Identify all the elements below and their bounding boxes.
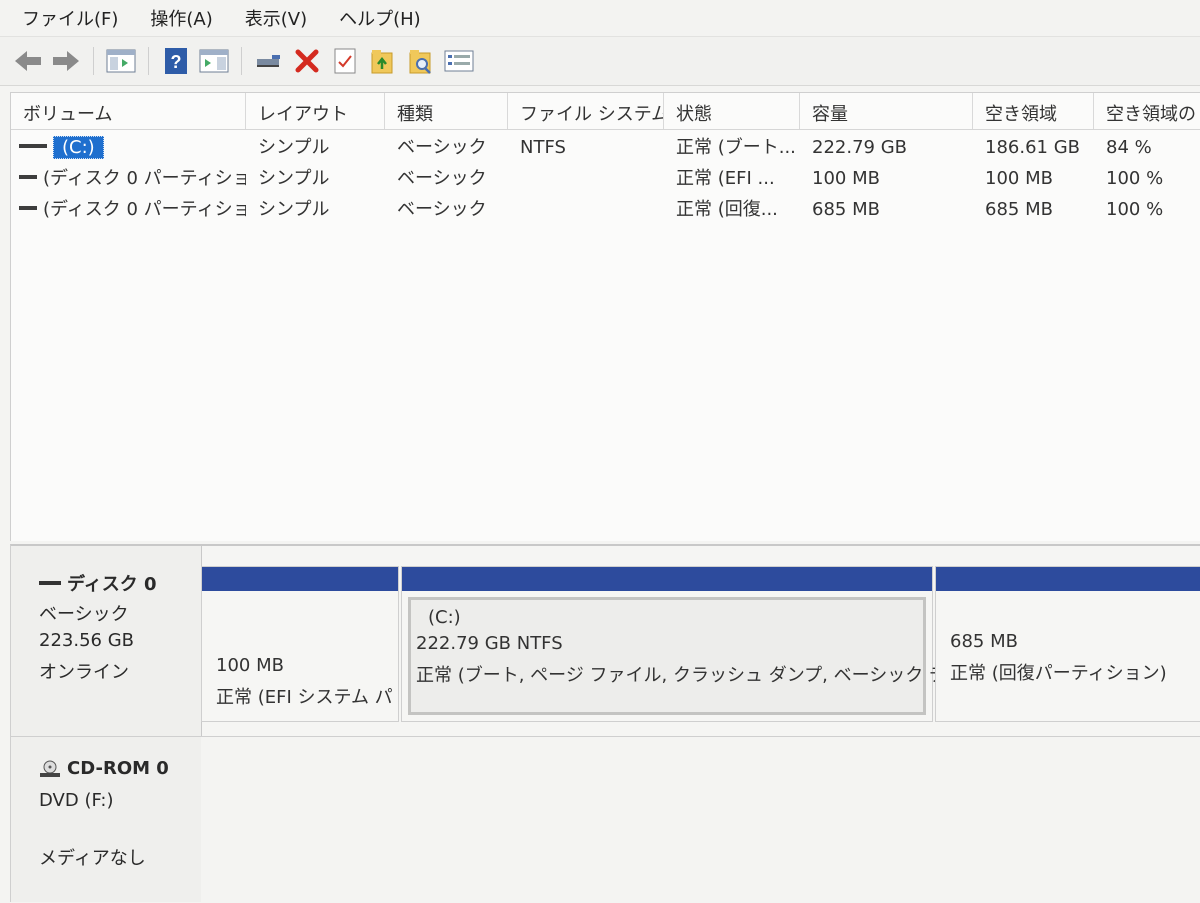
- cdrom-0-label[interactable]: CD-ROM 0: [39, 758, 169, 779]
- column-header-filesystem[interactable]: ファイル システム: [508, 93, 664, 129]
- disk-0-state: オンライン: [39, 662, 129, 683]
- volume-list: ボリューム レイアウト 種類 ファイル システム 状態 容量 空き領域 空き領域…: [10, 92, 1200, 541]
- toolbar: ?: [0, 37, 1200, 86]
- volume-icon: [19, 206, 37, 210]
- partition-bar: [402, 567, 932, 591]
- cdrom-media: メディアなし: [39, 848, 146, 869]
- disk-0-type: ベーシック: [39, 604, 129, 625]
- partition-status: 正常 (EFI システム パ: [216, 687, 393, 708]
- partition-size: 685 MB: [950, 631, 1018, 652]
- cdrom-area[interactable]: [201, 736, 1200, 903]
- volume-status: 正常 (EFI ...: [676, 168, 775, 189]
- volume-free-percent: 100 %: [1106, 199, 1164, 220]
- folder-search-icon[interactable]: [405, 45, 437, 77]
- volume-row[interactable]: (ディスク 0 パーティショ... シンプル ベーシック 正常 (回復... 6…: [11, 195, 1200, 225]
- volume-icon: [19, 175, 37, 179]
- volume-capacity: 685 MB: [812, 199, 880, 220]
- cdrom-icon: [40, 760, 60, 777]
- disk-icon: [39, 581, 61, 585]
- volume-name: (ディスク 0 パーティショ...: [43, 168, 246, 189]
- volume-status: 正常 (ブート...: [676, 137, 796, 158]
- forward-arrow-icon[interactable]: [50, 45, 82, 77]
- column-header-volume[interactable]: ボリューム: [11, 93, 246, 129]
- folder-up-icon[interactable]: [367, 45, 399, 77]
- partition-size: 100 MB: [216, 655, 284, 676]
- partition-bar: [202, 567, 398, 591]
- cdrom-drive: DVD (F:): [39, 790, 114, 811]
- partition-c[interactable]: (C:) 222.79 GB NTFS 正常 (ブート, ページ ファイル, ク…: [401, 566, 1007, 722]
- partition-recovery[interactable]: 685 MB 正常 (回復パーティション): [935, 566, 1200, 722]
- volume-filesystem: NTFS: [520, 137, 566, 158]
- list-icon[interactable]: [443, 45, 475, 77]
- connect-drive-icon[interactable]: [253, 45, 285, 77]
- partition-bar: [936, 567, 1200, 591]
- menu-bar: ファイル(F) 操作(A) 表示(V) ヘルプ(H): [0, 0, 1200, 37]
- volume-row[interactable]: (C:) シンプル ベーシック NTFS 正常 (ブート... 222.79 G…: [11, 133, 1200, 163]
- menu-file[interactable]: ファイル(F): [0, 5, 134, 31]
- partition-label: (C:): [428, 607, 461, 628]
- volume-layout: シンプル: [258, 199, 330, 220]
- volume-name: (ディスク 0 パーティショ...: [43, 199, 246, 220]
- volume-layout: シンプル: [258, 137, 330, 158]
- back-arrow-icon[interactable]: [12, 45, 44, 77]
- volume-filesystem: [508, 195, 664, 225]
- console-tree-icon[interactable]: [105, 45, 137, 77]
- toolbar-separator: [148, 47, 149, 75]
- column-header-free-space[interactable]: 空き領域: [973, 93, 1094, 129]
- action-pane-icon[interactable]: [198, 45, 230, 77]
- partition-selection-frame: [408, 597, 926, 715]
- column-header-status[interactable]: 状態: [664, 93, 800, 129]
- volume-free-percent: 100 %: [1106, 168, 1164, 189]
- volume-layout: シンプル: [258, 168, 330, 189]
- partition-status: 正常 (ブート, ページ ファイル, クラッシュ ダンプ, ベーシック データ …: [416, 665, 1007, 686]
- partition-status: 正常 (回復パーティション): [950, 663, 1167, 684]
- volume-capacity: 222.79 GB: [812, 137, 908, 158]
- partition-size: 222.79 GB NTFS: [416, 633, 563, 654]
- volume-filesystem: [508, 164, 664, 194]
- delete-icon[interactable]: [291, 45, 323, 77]
- volume-free-space: 100 MB: [985, 168, 1053, 189]
- volume-name: (C:): [53, 136, 104, 159]
- disk-label-column: ディスク 0 ベーシック 223.56 GB オンライン CD-ROM 0 DV…: [11, 546, 202, 902]
- check-properties-icon[interactable]: [329, 45, 361, 77]
- divider: [11, 736, 201, 737]
- disk-0-size: 223.56 GB: [39, 630, 135, 651]
- toolbar-separator: [93, 47, 94, 75]
- disk-0-label[interactable]: ディスク 0: [39, 570, 157, 596]
- partition-efi[interactable]: 100 MB 正常 (EFI システム パ: [201, 566, 399, 722]
- volume-type: ベーシック: [397, 168, 487, 189]
- volume-status: 正常 (回復...: [676, 199, 778, 220]
- volume-icon: [19, 144, 47, 148]
- menu-view[interactable]: 表示(V): [229, 5, 323, 31]
- column-header-layout[interactable]: レイアウト: [246, 93, 385, 129]
- column-header-capacity[interactable]: 容量: [800, 93, 973, 129]
- column-header-free-percent[interactable]: 空き領域の: [1094, 93, 1200, 129]
- volume-type: ベーシック: [397, 137, 487, 158]
- volume-list-header: ボリューム レイアウト 種類 ファイル システム 状態 容量 空き領域 空き領域…: [11, 93, 1200, 130]
- volume-row[interactable]: (ディスク 0 パーティショ... シンプル ベーシック 正常 (EFI ...…: [11, 164, 1200, 194]
- volume-free-space: 186.61 GB: [985, 137, 1081, 158]
- volume-type: ベーシック: [397, 199, 487, 220]
- help-icon[interactable]: ?: [160, 45, 192, 77]
- menu-help[interactable]: ヘルプ(H): [323, 5, 437, 31]
- menu-action[interactable]: 操作(A): [134, 5, 228, 31]
- toolbar-separator: [241, 47, 242, 75]
- volume-free-percent: 84 %: [1106, 137, 1152, 158]
- disk-pane: ディスク 0 ベーシック 223.56 GB オンライン CD-ROM 0 DV…: [10, 544, 1200, 903]
- volume-capacity: 100 MB: [812, 168, 880, 189]
- volume-free-space: 685 MB: [985, 199, 1053, 220]
- column-header-type[interactable]: 種類: [385, 93, 508, 129]
- svg-text:?: ?: [171, 52, 182, 72]
